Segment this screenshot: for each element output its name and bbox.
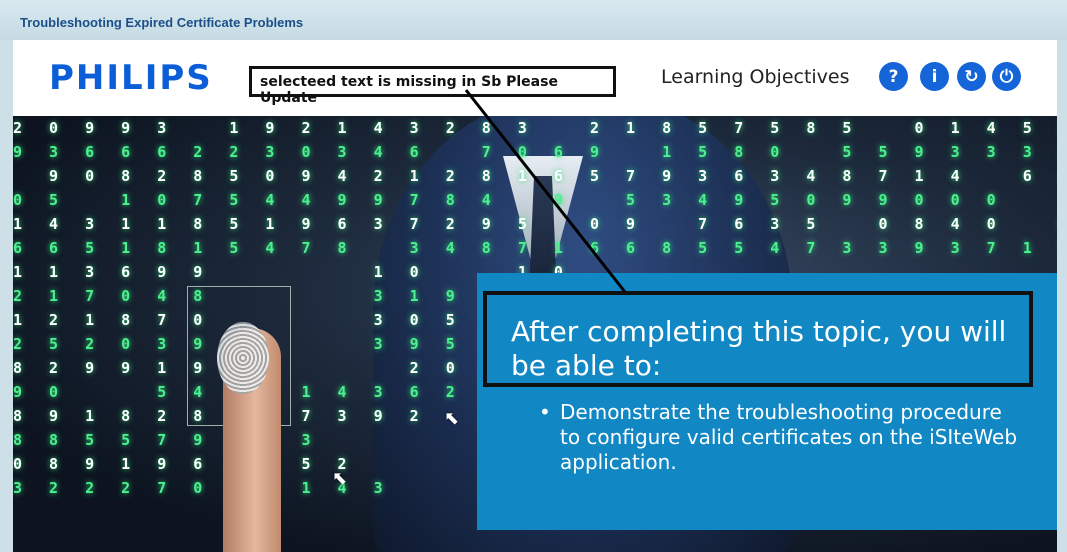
- digit-row: 9 0 8 2 8 5 0 9 4 2 1 2 8 1 6 5 7 9 3 6 …: [49, 167, 1041, 185]
- philips-logo: PHILIPS: [49, 58, 213, 98]
- mouse-cursor-icon: ⬉: [444, 408, 460, 428]
- mouse-cursor-icon: ⬉: [332, 468, 348, 488]
- course-title: Troubleshooting Expired Certificate Prob…: [20, 15, 304, 30]
- review-annotation-box: selecteed text is missing in Sb Please U…: [249, 66, 616, 106]
- slide-stage: 2 0 9 9 3 1 9 2 1 4 3 2 8 3 2 1 8 5 7 5 …: [13, 116, 1057, 552]
- course-player-window: Troubleshooting Expired Certificate Prob…: [0, 0, 1067, 552]
- section-title: Learning Objectives: [661, 66, 850, 88]
- objective-bullet: Demonstrate the troubleshooting procedur…: [527, 400, 1027, 475]
- objectives-heading: After completing this topic, you will be…: [511, 315, 1007, 382]
- refresh-icon[interactable]: ↻: [957, 62, 986, 91]
- title-bar: Troubleshooting Expired Certificate Prob…: [0, 0, 1067, 40]
- power-icon[interactable]: ⏻: [992, 62, 1021, 91]
- help-icon[interactable]: ?: [879, 62, 908, 91]
- digit-row: 0 5 1 0 7 5 4 4 9 9 7 8 4 9 5 3 4 9 5 0 …: [13, 191, 1005, 209]
- digit-row: 6 6 5 1 8 1 5 4 7 8 3 4 8 7 1 6 6 8 5 5 …: [13, 239, 1041, 257]
- annotation-text: selecteed text is missing in Sb Please U…: [260, 74, 558, 106]
- digit-row: 9 3 6 6 6 2 2 3 0 3 4 6 7 0 6 9 1 5 8 0 …: [13, 143, 1041, 161]
- objectives-heading-box: After completing this topic, you will be…: [483, 291, 1033, 387]
- info-icon[interactable]: i: [920, 62, 949, 91]
- digit-row: 2 0 9 9 3 1 9 2 1 4 3 2 8 3 2 1 8 5 7 5 …: [13, 119, 1041, 137]
- objectives-panel: After completing this topic, you will be…: [477, 273, 1057, 530]
- header: PHILIPS selecteed text is missing in Sb …: [13, 40, 1057, 116]
- fingerprint-icon: [217, 322, 269, 394]
- digit-row: 1 4 3 1 1 8 5 1 9 6 3 7 2 9 5 0 9 7 6 3 …: [13, 215, 1005, 233]
